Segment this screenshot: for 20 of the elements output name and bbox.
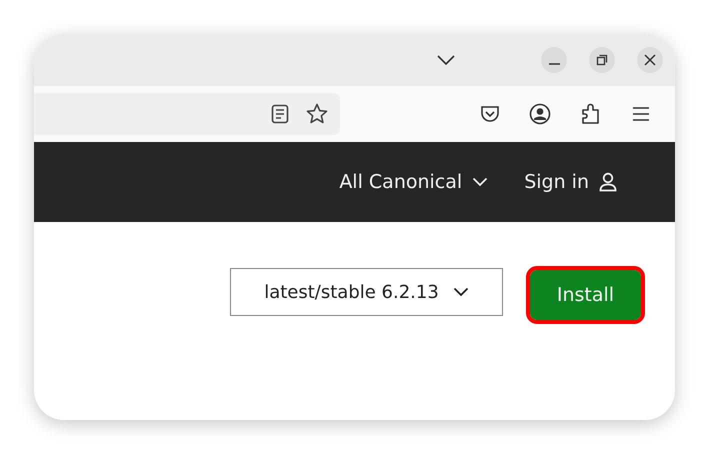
pocket-icon[interactable] — [480, 104, 500, 124]
chevron-down-icon[interactable] — [437, 55, 455, 65]
restore-button[interactable] — [589, 47, 615, 73]
puzzle-icon[interactable] — [580, 102, 602, 126]
close-button[interactable] — [637, 47, 663, 73]
nav-link[interactable]: All Canonical — [339, 171, 488, 193]
channel-dropdown[interactable]: latest/stable 6.2.13 — [230, 268, 503, 316]
chevron-down-icon — [472, 177, 488, 187]
nav-link[interactable]: Sign in — [524, 171, 617, 193]
minimize-button[interactable] — [541, 47, 567, 73]
restore-icon — [596, 54, 608, 66]
close-icon — [644, 54, 656, 66]
user-icon — [599, 172, 617, 192]
install-button[interactable]: Install — [526, 266, 645, 324]
chevron-down-icon — [452, 287, 469, 297]
star-icon[interactable] — [306, 103, 328, 125]
menu-icon[interactable] — [631, 106, 651, 122]
account-icon[interactable] — [529, 103, 551, 125]
reader-view-icon[interactable] — [271, 104, 289, 124]
minimize-icon — [548, 63, 560, 65]
